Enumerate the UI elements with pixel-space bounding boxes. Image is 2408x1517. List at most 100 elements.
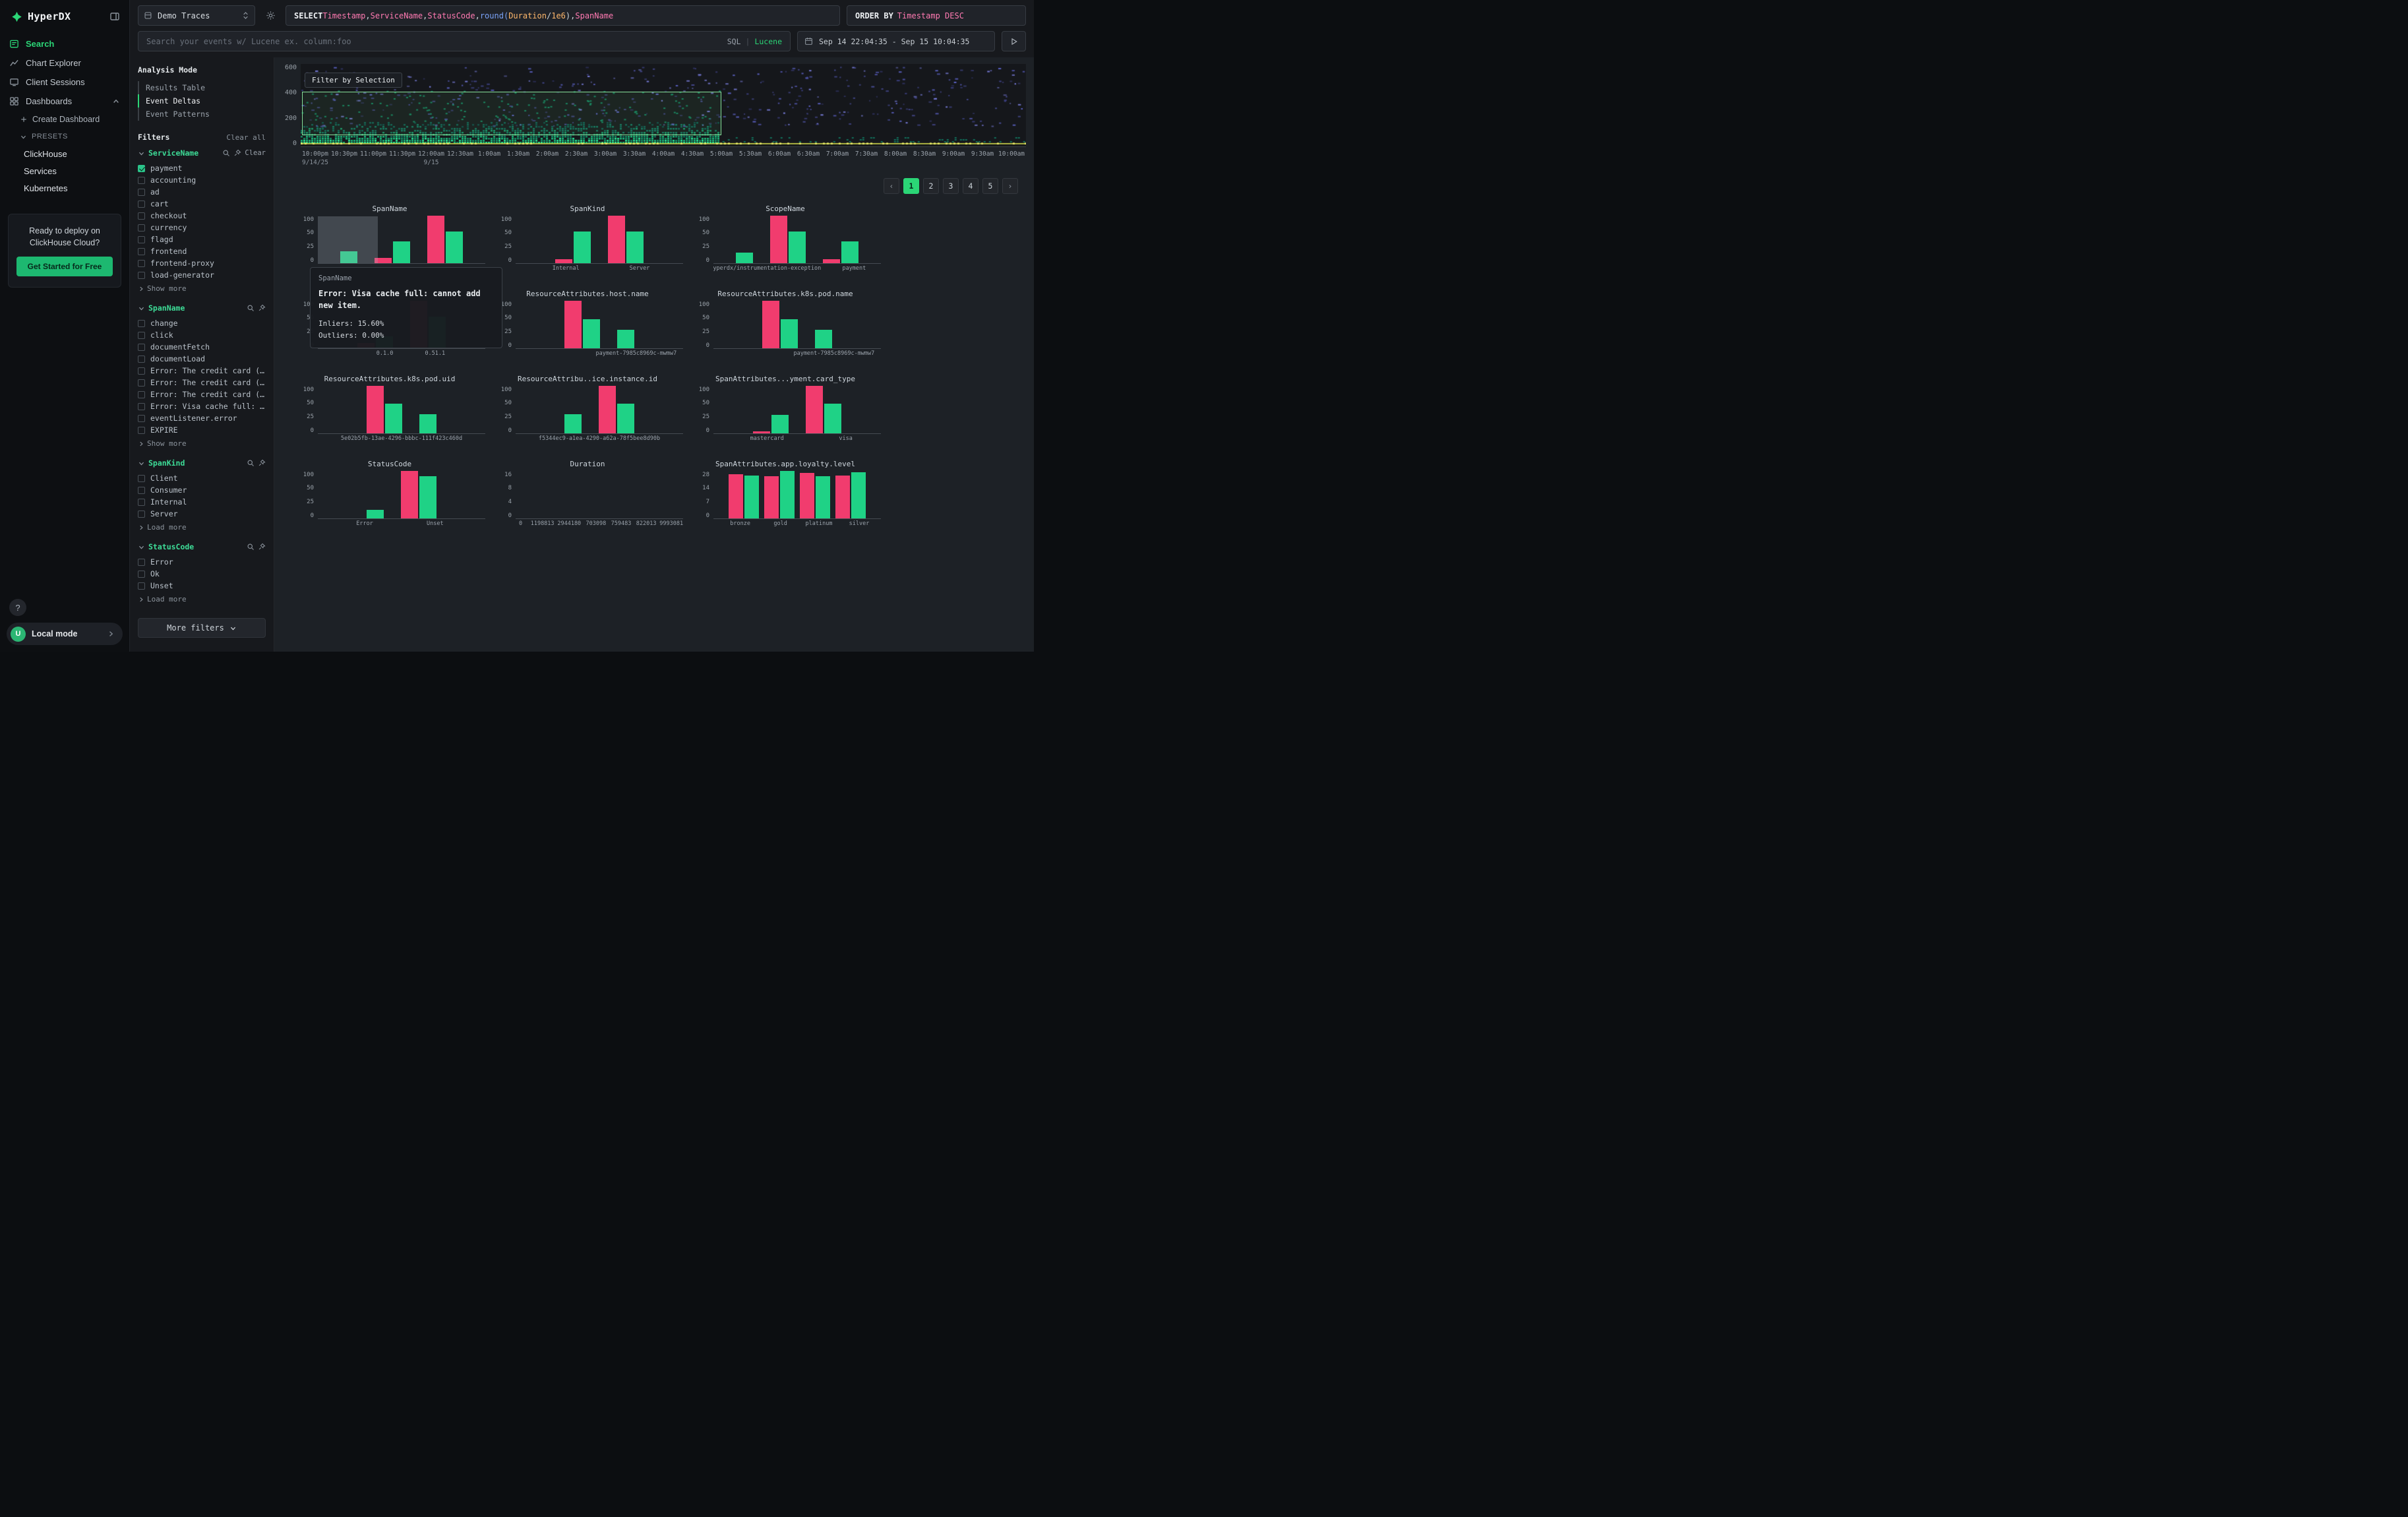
checkbox[interactable] [138,356,145,363]
heatmap-plot[interactable]: Filter by Selection [301,64,1026,147]
filter-checkbox-row[interactable]: change [138,317,266,329]
checkbox[interactable] [138,272,145,279]
pink-bar[interactable] [762,301,779,348]
chart-plot[interactable] [713,216,881,264]
pagination-prev[interactable]: ‹ [884,178,899,194]
pink-bar[interactable] [823,259,840,263]
green-bar[interactable] [841,241,858,263]
filter-checkbox-row[interactable]: Error [138,556,266,568]
filter-checkbox-row[interactable]: Unset [138,580,266,592]
live-tail-button[interactable] [1002,31,1026,51]
search-icon[interactable] [247,543,255,551]
pin-icon[interactable] [258,304,266,312]
filter-checkbox-row[interactable]: click [138,329,266,341]
show-more-link[interactable]: Show more [138,439,266,448]
chevron-down-icon[interactable] [138,305,145,312]
order-by-box[interactable]: ORDER BY Timestamp DESC [847,5,1026,26]
chart-plot[interactable] [516,472,683,519]
checkbox[interactable] [138,332,145,339]
search-input[interactable] [146,37,721,46]
green-bar[interactable] [815,330,832,348]
pink-bar[interactable] [401,471,418,518]
pagination-page-1[interactable]: 1 [903,178,919,194]
green-bar[interactable] [851,472,866,518]
search-icon[interactable] [222,149,230,157]
show-more-link[interactable]: Load more [138,595,266,604]
checkbox[interactable] [138,391,145,398]
dashboard-preset-services[interactable]: Services [0,162,129,179]
filter-checkbox-row[interactable]: EXPIRE [138,424,266,436]
source-select[interactable]: Demo Traces [138,5,255,26]
checkbox[interactable] [138,201,145,208]
lang-sql-option[interactable]: SQL [727,37,741,46]
filter-checkbox-row[interactable]: documentLoad [138,353,266,365]
pin-icon[interactable] [258,459,266,467]
checkbox[interactable] [138,511,145,518]
chart-plot[interactable] [713,301,881,349]
filter-checkbox-row[interactable]: Ok [138,568,266,580]
clear-all-button[interactable]: Clear all [226,133,266,142]
green-bar[interactable] [385,404,402,433]
pink-bar[interactable] [367,386,384,433]
checkbox[interactable] [138,487,145,494]
gear-icon[interactable] [262,11,279,20]
checkbox[interactable] [138,379,145,387]
pink-bar[interactable] [564,301,582,348]
green-bar[interactable] [824,404,841,433]
chart-plot[interactable] [713,387,881,434]
pink-bar[interactable] [806,386,823,433]
show-more-link[interactable]: Show more [138,284,266,293]
user-menu[interactable]: U Local mode [7,623,123,645]
pagination-page-2[interactable]: 2 [923,178,939,194]
pink-bar[interactable] [427,216,444,263]
pagination-page-4[interactable]: 4 [963,178,978,194]
chart-plot[interactable] [516,301,683,349]
checkbox[interactable] [138,212,145,220]
green-bar[interactable] [736,253,753,263]
checkbox[interactable] [138,248,145,255]
filter-checkbox-row[interactable]: documentFetch [138,341,266,353]
pink-bar[interactable] [555,259,572,263]
checkbox[interactable] [138,475,145,482]
pink-bar[interactable] [764,476,779,518]
filter-checkbox-row[interactable]: Client [138,472,266,484]
checkbox[interactable] [138,236,145,243]
pagination-page-3[interactable]: 3 [943,178,959,194]
green-bar[interactable] [367,510,384,518]
filter-checkbox-row[interactable]: load-generator [138,269,266,281]
pink-bar[interactable] [800,473,814,518]
green-bar[interactable] [574,232,591,263]
filter-checkbox-row[interactable]: Internal [138,496,266,508]
filter-checkbox-row[interactable]: Error: The credit card (… [138,365,266,377]
checkbox[interactable] [138,344,145,351]
filter-checkbox-row[interactable]: ad [138,186,266,198]
pink-bar[interactable] [835,476,850,518]
analysis-mode-event-deltas[interactable]: Event Deltas [138,94,266,108]
date-range-picker[interactable]: Sep 14 22:04:35 - Sep 15 10:04:35 [797,31,995,51]
filter-checkbox-row[interactable]: Error: The credit card (… [138,388,266,400]
sidebar-collapse-icon[interactable] [109,11,120,22]
query-input[interactable]: SELECT Timestamp, ServiceName, StatusCod… [286,5,840,26]
filter-by-selection-button[interactable]: Filter by Selection [305,73,402,88]
pin-icon[interactable] [258,543,266,551]
presets-toggle[interactable]: PRESETS [0,128,129,145]
filter-checkbox-row[interactable]: currency [138,222,266,233]
sidebar-item-search[interactable]: Search [0,34,129,53]
filter-checkbox-row[interactable]: frontend-proxy [138,257,266,269]
green-bar[interactable] [419,476,436,518]
pink-bar[interactable] [729,474,743,518]
pink-bar[interactable] [608,216,625,263]
pin-icon[interactable] [233,149,241,157]
sidebar-item-client-sessions[interactable]: Client Sessions [0,73,129,92]
chevron-down-icon[interactable] [138,150,145,157]
checkbox[interactable] [138,403,145,410]
heatmap-selection[interactable] [302,92,721,135]
chart-plot[interactable] [516,216,683,264]
chart-plot[interactable] [318,387,485,434]
checkbox[interactable] [138,427,145,434]
green-bar[interactable] [617,404,634,433]
help-button[interactable]: ? [9,599,26,616]
checkbox[interactable] [138,189,145,196]
green-bar[interactable] [816,476,830,518]
filter-checkbox-row[interactable]: Consumer [138,484,266,496]
